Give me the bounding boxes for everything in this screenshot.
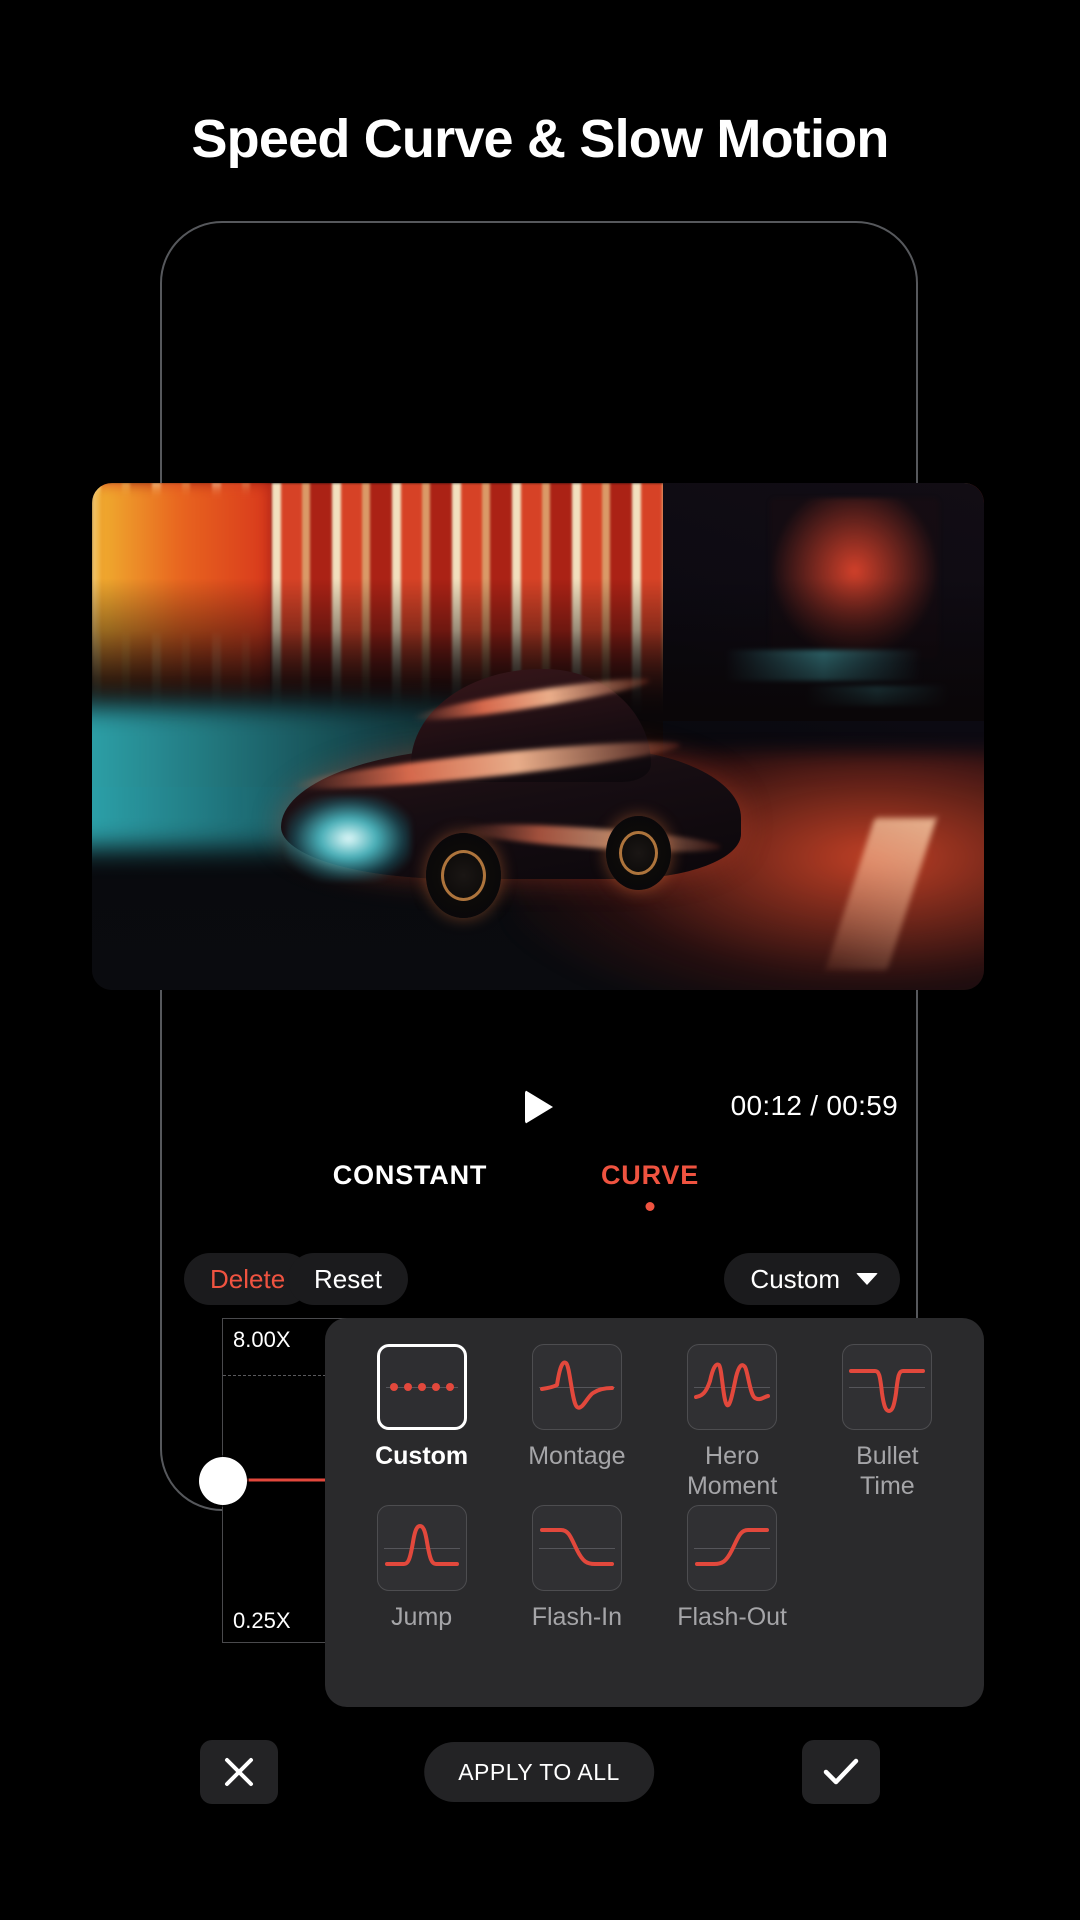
preset-label-bullet-time: Bullet Time [856,1442,919,1500]
close-x-icon [225,1758,253,1786]
curve-custom-dots-icon [376,1344,467,1430]
play-icon [525,1090,553,1124]
tab-active-dot-icon [645,1202,655,1211]
preset-item-flash-in[interactable]: Flash-In [504,1505,649,1633]
car-headlight [286,796,412,882]
car-front-wheel [426,833,502,919]
curve-flash-out-icon [687,1505,778,1591]
car-subject [261,640,761,924]
preset-grid: Custom Montage Hero Moment Bullet Time J… [349,1344,960,1633]
car-rear-wheel [606,816,672,890]
curve-bullet-time-icon [842,1344,933,1430]
curve-flash-in-icon [531,1505,622,1591]
preset-item-custom[interactable]: Custom [349,1344,494,1501]
video-preview[interactable] [92,483,984,990]
reset-button[interactable]: Reset [288,1253,408,1305]
cancel-button[interactable] [200,1740,278,1804]
curve-montage-icon [531,1344,622,1430]
curve-preset-panel: Custom Montage Hero Moment Bullet Time J… [325,1318,984,1707]
preset-item-jump[interactable]: Jump [349,1505,494,1633]
page-title: Speed Curve & Slow Motion [191,109,889,169]
transport-bar: 00:12 / 00:59 [160,1080,918,1140]
tab-curve-label: CURVE [600,1160,700,1190]
preset-item-hero-moment[interactable]: Hero Moment [660,1344,805,1501]
curve-keyframe-handle[interactable] [199,1457,247,1505]
car-front-rim [441,850,487,902]
tab-constant[interactable]: CONSTANT [280,1160,540,1191]
app-screenshot: Speed Curve & Slow Motion 00:12 / 00:59 … [0,0,1080,1920]
preset-select-label: Custom [750,1263,840,1294]
preset-label-jump: Jump [391,1603,453,1631]
curve-hero-moment-icon [687,1344,778,1430]
car-rear-rim [619,830,659,876]
delete-button-label: Delete [210,1263,286,1294]
chevron-down-icon [856,1273,878,1285]
preset-label-hero-moment: Hero Moment [686,1442,778,1500]
preset-select-dropdown[interactable]: Custom [724,1253,900,1305]
play-button[interactable] [516,1084,562,1130]
apply-to-all-button[interactable]: APPLY TO ALL [424,1742,654,1802]
tab-curve[interactable]: CURVE [520,1160,780,1211]
apply-to-all-label: APPLY TO ALL [458,1758,620,1785]
curve-jump-icon [376,1505,467,1591]
preset-item-bullet-time[interactable]: Bullet Time [815,1344,960,1501]
preset-item-montage[interactable]: Montage [504,1344,649,1501]
curve-controls-row: Delete Reset Custom [160,1253,918,1309]
timecode-display: 00:12 / 00:59 [730,1090,898,1121]
mode-tabs: CONSTANT CURVE [160,1160,918,1226]
preset-label-montage: Montage [528,1442,626,1470]
preset-label-flash-out: Flash-Out [677,1603,787,1631]
preset-label-flash-in: Flash-In [531,1603,623,1631]
preset-label-custom: Custom [375,1442,469,1470]
checkmark-icon [823,1758,859,1785]
tab-constant-label: CONSTANT [332,1160,488,1190]
preset-item-flash-out[interactable]: Flash-Out [660,1505,805,1633]
action-bar: APPLY TO ALL [160,1740,918,1816]
reset-button-label: Reset [314,1263,382,1294]
confirm-button[interactable] [802,1740,880,1804]
video-frame-image [92,483,984,990]
